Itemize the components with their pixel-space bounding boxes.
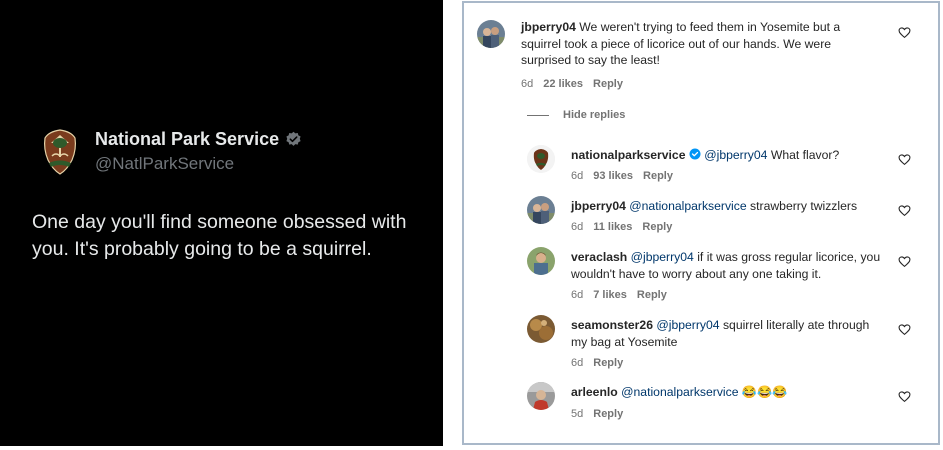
heart-icon[interactable] [898,26,911,39]
comment-body: nationalparkservice @jbperry04 What flav… [571,147,901,164]
tweet-text: One day you'll find someone obsessed wit… [32,211,407,260]
comment-meta: 6d 22 likes Reply [521,78,623,90]
comment-text: 😂😂😂 [741,385,788,399]
comment-body: arleenlo @nationalparkservice 😂😂😂 [571,384,901,401]
comment-meta: 6d 93 likes Reply [571,170,673,182]
hide-replies-toggle[interactable]: Hide replies [527,109,625,121]
heart-icon[interactable] [898,323,911,336]
comment-body: jbperry04 We weren't trying to feed them… [521,19,881,69]
comment-meta: 6d Reply [571,357,623,369]
reply-button[interactable]: Reply [593,408,623,420]
heart-icon[interactable] [898,153,911,166]
comments-panel: jbperry04 We weren't trying to feed them… [462,1,940,445]
comment-mention[interactable]: @nationalparkservice [629,199,746,213]
avatar[interactable] [527,382,555,410]
verified-badge-icon [689,148,701,160]
comment-mention[interactable]: @jbperry04 [704,148,767,162]
comment-mention[interactable]: @jbperry04 [631,250,694,264]
comment-likes[interactable]: 93 likes [593,170,633,182]
nps-arrowhead-logo [44,129,76,175]
reply-button[interactable]: Reply [637,289,667,301]
comment-mention[interactable]: @nationalparkservice [621,385,738,399]
comment-username[interactable]: arleenlo [571,385,618,399]
comment-username[interactable]: seamonster26 [571,318,653,332]
avatar[interactable] [527,145,555,173]
tweet-card: National Park Service @NatlParkService O… [0,0,443,446]
comment-age[interactable]: 6d [571,357,583,369]
verified-badge-icon [286,131,301,146]
tweet-author-handle[interactable]: @NatlParkService [95,154,234,174]
heart-icon[interactable] [898,255,911,268]
comment-meta: 6d 7 likes Reply [571,289,667,301]
avatar[interactable] [477,20,505,48]
comment-age[interactable]: 6d [571,170,583,182]
comment-meta: 5d Reply [571,408,623,420]
comment-body: veraclash @jbperry04 if it was gross reg… [571,249,901,282]
comment-username[interactable]: jbperry04 [521,20,576,34]
comment-age[interactable]: 6d [571,289,583,301]
comment-username[interactable]: jbperry04 [571,199,626,213]
comment-body: seamonster26 @jbperry04 squirrel literal… [571,317,871,350]
heart-icon[interactable] [898,204,911,217]
comment-text: What flavor? [770,148,840,162]
comment-age[interactable]: 6d [571,221,583,233]
comment-body: jbperry04 @nationalparkservice strawberr… [571,198,901,215]
comment-age[interactable]: 5d [571,408,583,420]
tweet-author-name[interactable]: National Park Service [95,129,279,150]
heart-icon[interactable] [898,390,911,403]
divider-line [527,114,549,116]
comment-mention[interactable]: @jbperry04 [656,318,719,332]
reply-button[interactable]: Reply [642,221,672,233]
comment-age[interactable]: 6d [521,78,533,90]
tweet-author-row: National Park Service [95,129,302,150]
comment-likes[interactable]: 22 likes [543,78,583,90]
avatar[interactable] [527,247,555,275]
reply-button[interactable]: Reply [593,78,623,90]
avatar[interactable] [527,196,555,224]
reply-button[interactable]: Reply [643,170,673,182]
reply-button[interactable]: Reply [593,357,623,369]
comment-meta: 6d 11 likes Reply [571,221,672,233]
avatar[interactable] [527,315,555,343]
comment-text: strawberry twizzlers [750,199,858,213]
comment-likes[interactable]: 11 likes [593,221,632,233]
comment-username[interactable]: nationalparkservice [571,148,685,162]
comment-likes[interactable]: 7 likes [593,289,627,301]
hide-replies-label: Hide replies [563,109,626,121]
comment-username[interactable]: veraclash [571,250,627,264]
